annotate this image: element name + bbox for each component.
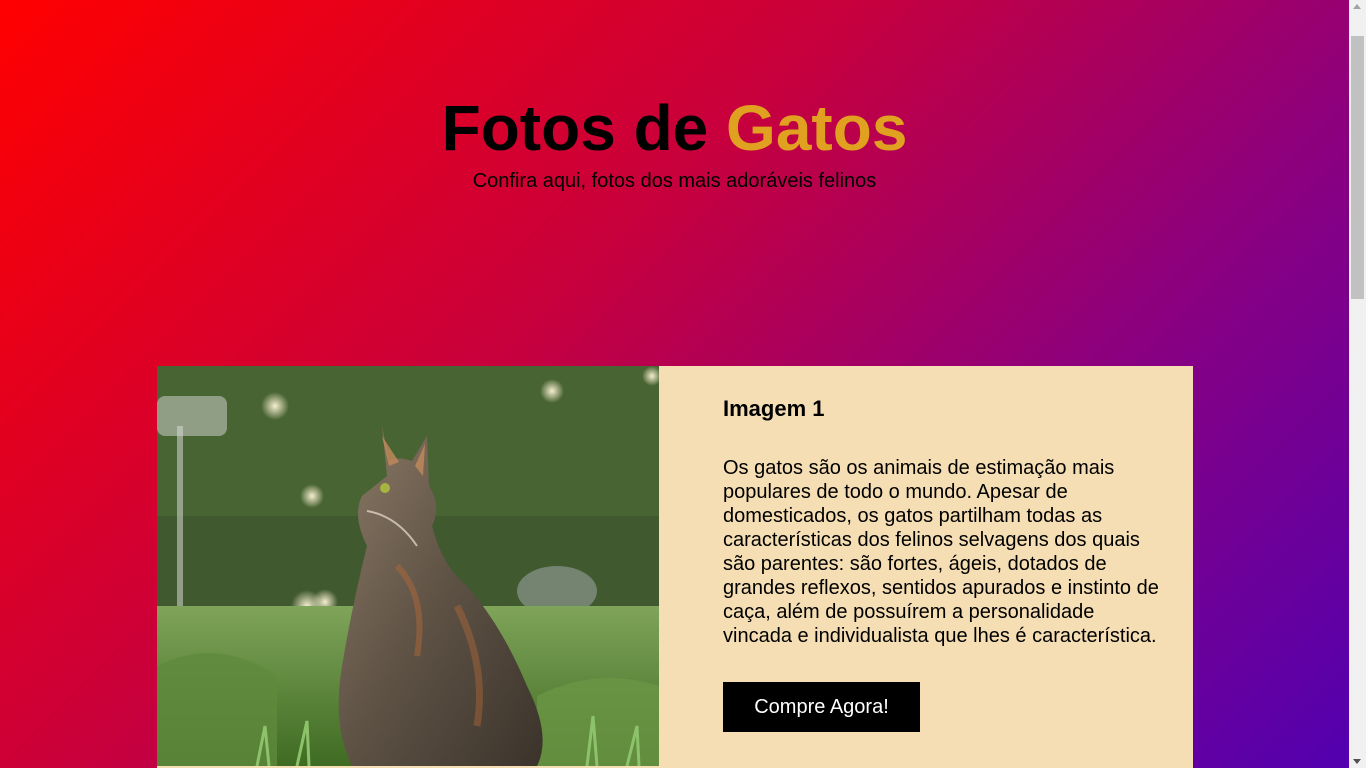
- cat-photo-illustration: [157, 366, 659, 766]
- card-heading: Imagem 1: [723, 396, 825, 421]
- scroll-down-arrow-icon[interactable]: [1353, 759, 1361, 764]
- page-subtitle: Confira aqui, fotos dos mais adoráveis f…: [472, 170, 877, 192]
- page-title-main: Fotos de: [441, 92, 727, 164]
- cat-photo: [157, 366, 659, 766]
- scroll-up-arrow-icon[interactable]: [1353, 4, 1361, 9]
- buy-now-button[interactable]: Compre Agora!: [723, 682, 920, 732]
- card-content: Imagem 1 Os gatos são os animais de esti…: [723, 396, 1163, 732]
- page-header: Fotos de Gatos Confira aqui, fotos dos m…: [0, 90, 1349, 193]
- page-title: Fotos de Gatos: [0, 90, 1349, 166]
- cat-card: Imagem 1 Os gatos são os animais de esti…: [157, 366, 1193, 768]
- card-description: Os gatos são os animais de estimação mai…: [723, 457, 1159, 647]
- page-title-accent: Gatos: [726, 92, 908, 164]
- scrollbar-thumb[interactable]: [1351, 36, 1364, 299]
- page-viewport: Fotos de Gatos Confira aqui, fotos dos m…: [0, 0, 1349, 768]
- vertical-scrollbar[interactable]: [1349, 0, 1366, 768]
